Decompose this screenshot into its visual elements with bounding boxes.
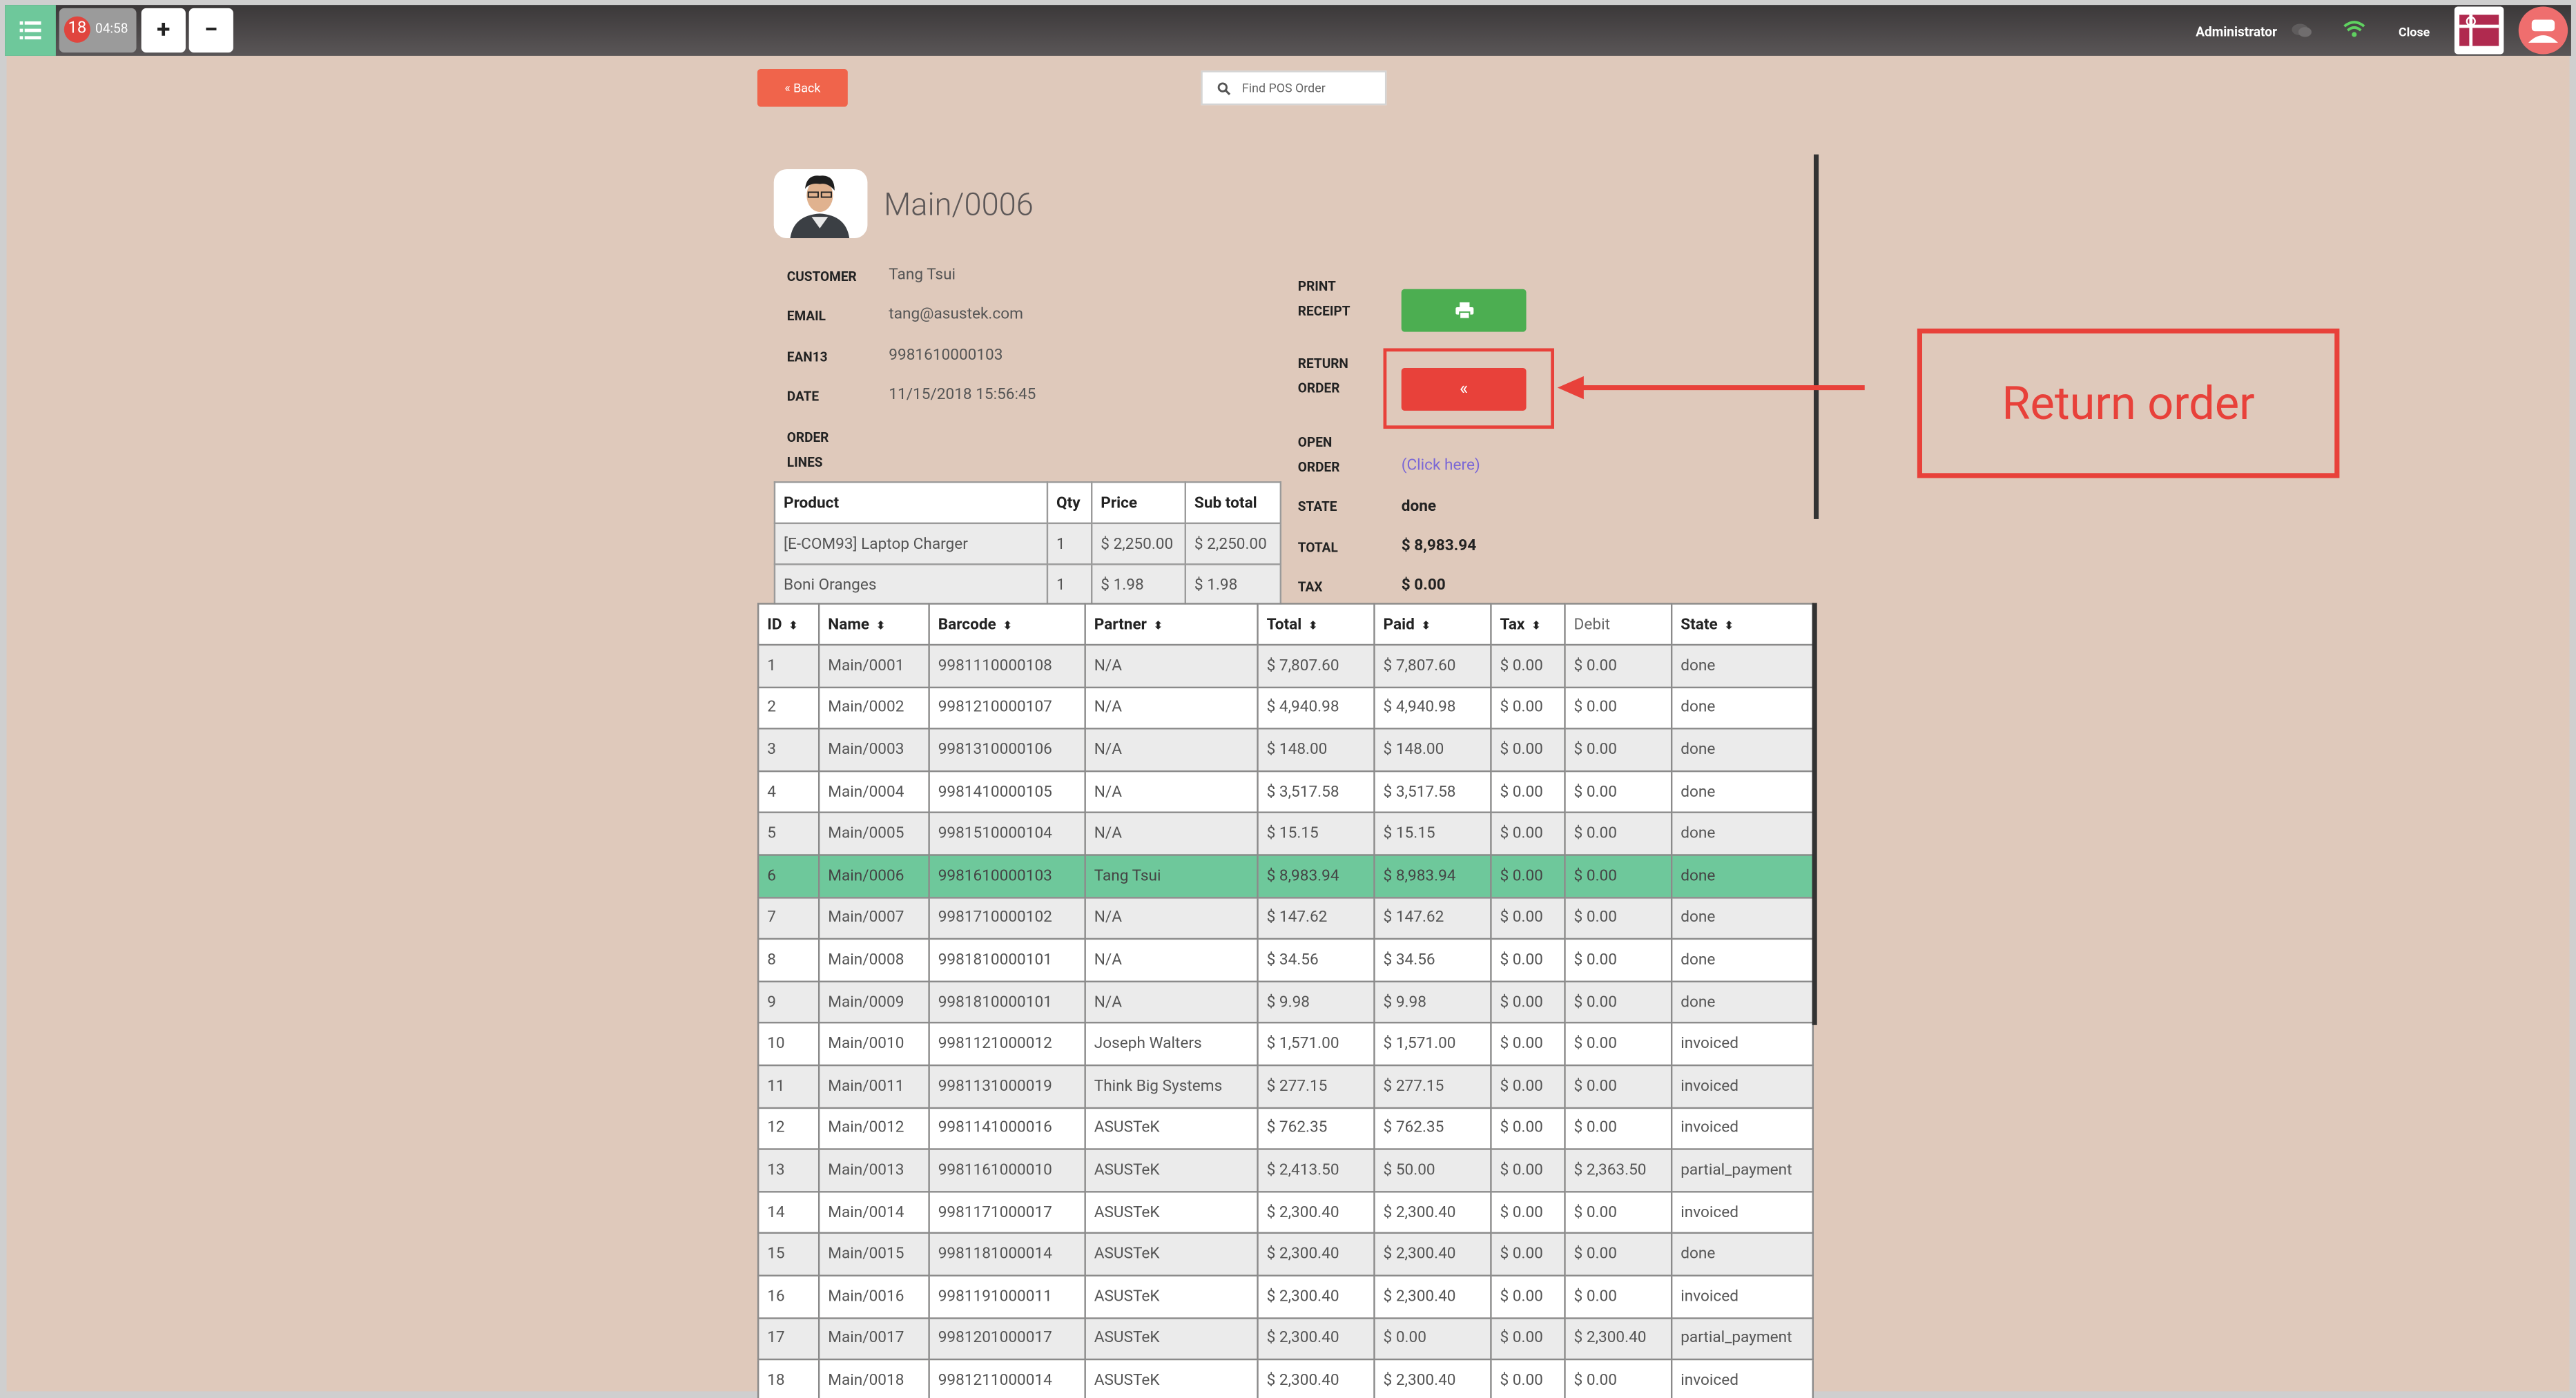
arrow-icon	[1557, 376, 1865, 400]
callout-label: Return order	[1917, 328, 2340, 478]
pos-screen: 18 04:58 + − Administrator Close « Back …	[0, 0, 2576, 1398]
